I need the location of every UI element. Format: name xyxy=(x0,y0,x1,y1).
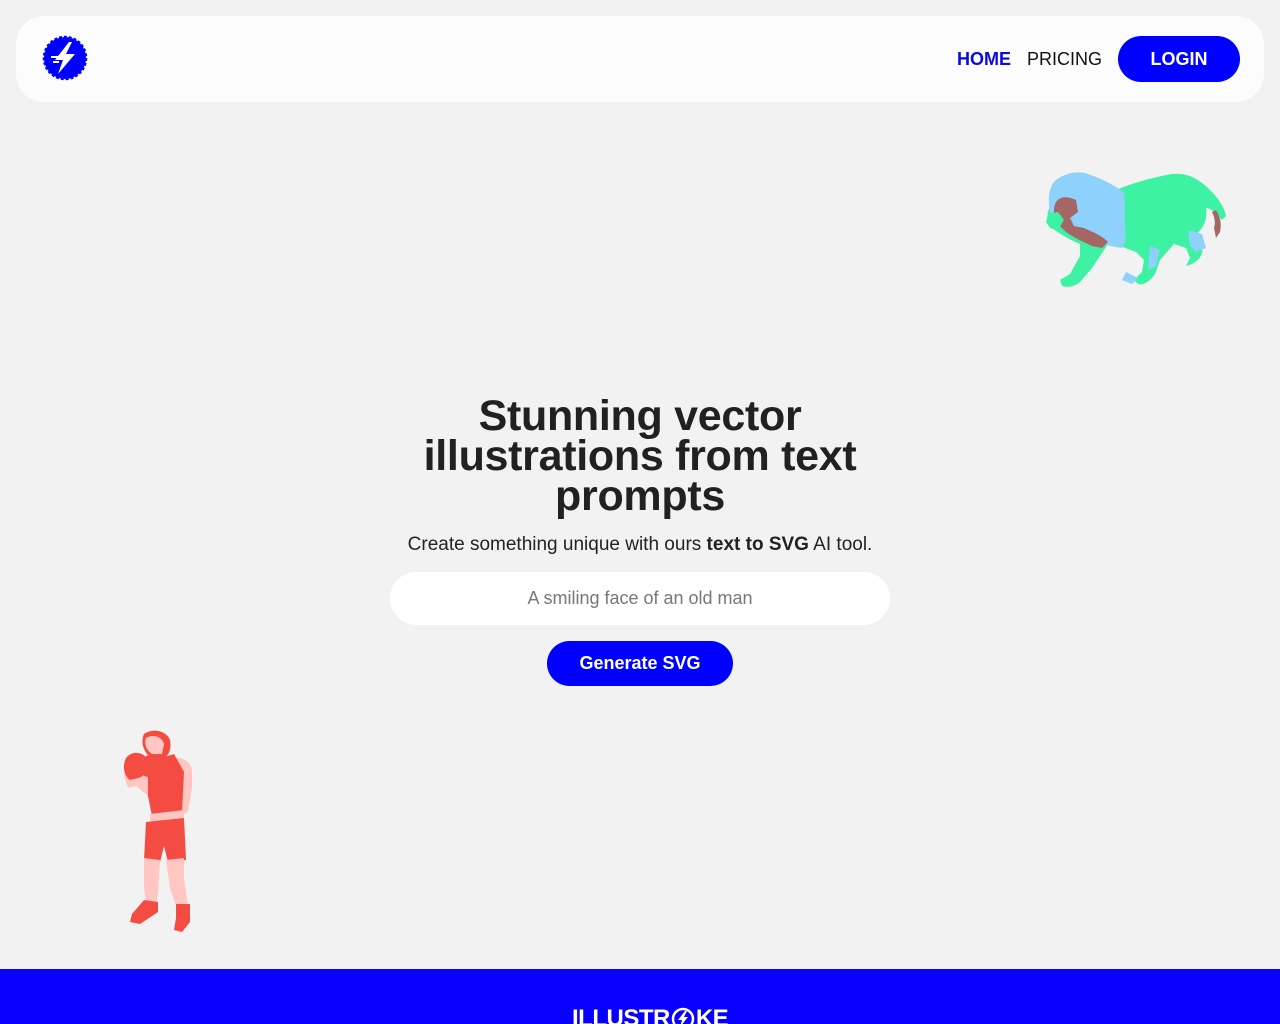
nav-pricing-link[interactable]: PRICING xyxy=(1027,49,1102,70)
hero-title: Stunning vector illustrations from text … xyxy=(423,392,857,520)
hero-subtitle-after: AI tool. xyxy=(808,534,873,555)
lightning-bolt-icon xyxy=(671,1007,695,1024)
hero-section: Stunning vector illustrations from text … xyxy=(0,392,1280,686)
hero-subtitle-before: Create something unique with ours xyxy=(407,534,707,555)
hero-subtitle: Create something unique with ours text t… xyxy=(0,534,1280,556)
generate-svg-button[interactable]: Generate SVG xyxy=(547,641,733,686)
top-header: HOME PRICING LOGIN xyxy=(16,16,1264,102)
nav-home-link[interactable]: HOME xyxy=(957,49,1011,70)
hero-subtitle-bold: text to SVG xyxy=(706,534,809,555)
login-button[interactable]: LOGIN xyxy=(1118,36,1240,82)
footer-brand-right: KE xyxy=(695,1005,729,1024)
prompt-input[interactable] xyxy=(390,572,890,625)
lion-illustration xyxy=(1046,172,1226,287)
main-nav: HOME PRICING LOGIN xyxy=(941,36,1240,82)
boxer-illustration xyxy=(123,730,192,932)
footer-brand-left: ILLUSTR xyxy=(572,1005,670,1024)
footer-brand-logo: ILLUSTR KE xyxy=(572,1005,729,1024)
lightning-bolt-logo-icon[interactable] xyxy=(42,35,88,81)
footer: ILLUSTR KE xyxy=(0,969,1280,1024)
